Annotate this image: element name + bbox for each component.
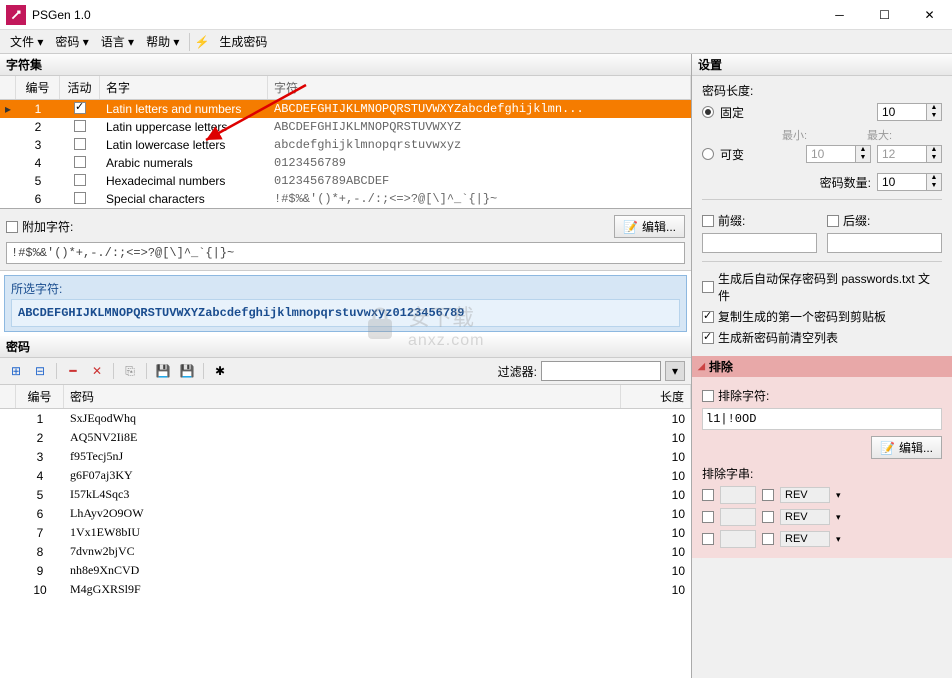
pwd-col-len[interactable]: 长度 — [621, 385, 691, 408]
charset-grid: 编号 活动 名字 字符 ▸1Latin letters and numbersA… — [0, 76, 691, 208]
charset-active-checkbox[interactable] — [74, 174, 86, 186]
exclude-chars-input[interactable] — [702, 408, 942, 430]
selected-label: 所选字符: — [11, 280, 680, 297]
clear-icon[interactable]: ✕ — [87, 361, 107, 381]
charset-row[interactable]: 2Latin uppercase lettersABCDEFGHIJKLMNOP… — [0, 118, 691, 136]
saveas-icon[interactable]: 💾 — [177, 361, 197, 381]
edit-icon: 📝 — [880, 441, 895, 455]
password-row[interactable]: 87dvnw2bjVC10 — [0, 542, 691, 561]
window-title: PSGen 1.0 — [32, 8, 817, 22]
spin-down-icon[interactable]: ▼ — [927, 112, 941, 120]
delete-icon[interactable]: ━ — [63, 361, 83, 381]
length-label: 密码长度: — [702, 82, 942, 99]
rev-select[interactable]: REV — [780, 487, 830, 503]
charset-active-checkbox[interactable] — [74, 120, 86, 132]
append-edit-button[interactable]: 📝 编辑... — [614, 215, 685, 238]
suffix-input[interactable] — [827, 233, 942, 253]
pwd-header: 密码 — [0, 336, 691, 358]
clearlist-checkbox[interactable] — [702, 332, 714, 344]
spin-up-icon[interactable]: ▲ — [927, 104, 941, 112]
pwd-toolbar: ⊞ ⊟ ━ ✕ ⎘ 💾 💾 ✱ 过滤器: ▾ — [0, 358, 691, 385]
col-active[interactable]: 活动 — [60, 76, 100, 99]
list-view-icon[interactable]: ⊟ — [30, 361, 50, 381]
charset-row[interactable]: 6Special characters!#$%&'()*+,-./:;<=>?@… — [0, 190, 691, 208]
save-icon[interactable]: 💾 — [153, 361, 173, 381]
exclude-edit-button[interactable]: 📝编辑... — [871, 436, 942, 459]
charset-row[interactable]: ▸1Latin letters and numbersABCDEFGHIJKLM… — [0, 100, 691, 118]
copy-icon[interactable]: ⎘ — [120, 361, 140, 381]
charset-header: 字符集 — [0, 54, 691, 76]
password-row[interactable]: 2AQ5NV2Ii8E10 — [0, 428, 691, 447]
password-row[interactable]: 5I57kL4Sqc310 — [0, 485, 691, 504]
minimize-button[interactable]: ─ — [817, 0, 862, 30]
password-row[interactable]: 10M4gGXRSl9F10 — [0, 580, 691, 599]
exclude-chars-checkbox[interactable] — [702, 390, 714, 402]
count-input[interactable]: 10 — [877, 173, 927, 191]
password-row[interactable]: 71Vx1EW8bIU10 — [0, 523, 691, 542]
star-icon[interactable]: ✱ — [210, 361, 230, 381]
password-row[interactable]: 6LhAyv2O9OW10 — [0, 504, 691, 523]
menu-password[interactable]: 密码 ▾ — [49, 31, 94, 52]
min-length-input[interactable]: 10 — [806, 145, 856, 163]
app-icon — [6, 5, 26, 25]
pwd-col-num[interactable]: 编号 — [16, 385, 64, 408]
charset-row[interactable]: 3Latin lowercase lettersabcdefghijklmnop… — [0, 136, 691, 154]
filter-label: 过滤器: — [498, 363, 537, 380]
prefix-input[interactable] — [702, 233, 817, 253]
selected-chars: ABCDEFGHIJKLMNOPQRSTUVWXYZabcdefghijklmn… — [11, 299, 680, 327]
maximize-button[interactable]: ☐ — [862, 0, 907, 30]
charset-row[interactable]: 4Arabic numerals0123456789 — [0, 154, 691, 172]
menu-language[interactable]: 语言 ▾ — [95, 31, 140, 52]
copyfirst-checkbox[interactable] — [702, 311, 714, 323]
charset-active-checkbox[interactable] — [74, 102, 86, 114]
charset-active-checkbox[interactable] — [74, 156, 86, 168]
max-length-input[interactable]: 12 — [877, 145, 927, 163]
exclude-str-input[interactable] — [720, 486, 756, 504]
selected-section: 所选字符: ABCDEFGHIJKLMNOPQRSTUVWXYZabcdefgh… — [4, 275, 687, 332]
password-row[interactable]: 4g6F07aj3KY10 — [0, 466, 691, 485]
fixed-length-input[interactable]: 10 — [877, 103, 927, 121]
titlebar: PSGen 1.0 ─ ☐ ✕ — [0, 0, 952, 30]
col-num[interactable]: 编号 — [16, 76, 60, 99]
exclude-str-checkbox[interactable] — [702, 489, 714, 501]
charset-active-checkbox[interactable] — [74, 138, 86, 150]
col-chars[interactable]: 字符 — [268, 76, 691, 99]
pwd-col-pwd[interactable]: 密码 — [64, 385, 621, 408]
filter-input[interactable] — [541, 361, 661, 381]
grid-view-icon[interactable]: ⊞ — [6, 361, 26, 381]
menu-generate[interactable]: 生成密码 — [213, 31, 273, 52]
radio-variable[interactable] — [702, 148, 714, 160]
append-section: 附加字符: 📝 编辑... — [0, 209, 691, 271]
edit-icon: 📝 — [623, 220, 638, 234]
col-name[interactable]: 名字 — [100, 76, 268, 99]
bolt-icon: ⚡ — [194, 35, 209, 49]
filter-clear-icon[interactable]: ▾ — [665, 361, 685, 381]
settings-header: 设置 — [692, 54, 952, 76]
password-row[interactable]: 9nh8e9XnCVD10 — [0, 561, 691, 580]
prefix-checkbox[interactable] — [702, 215, 714, 227]
exclude-strings-label: 排除字串: — [702, 465, 942, 482]
suffix-checkbox[interactable] — [827, 215, 839, 227]
password-row[interactable]: 1SxJEqodWhq10 — [0, 409, 691, 428]
close-button[interactable]: ✕ — [907, 0, 952, 30]
menu-help[interactable]: 帮助 ▾ — [140, 31, 185, 52]
exclude-header[interactable]: 排除 — [692, 356, 952, 377]
autosave-checkbox[interactable] — [702, 281, 714, 293]
append-input[interactable] — [6, 242, 685, 264]
menu-file[interactable]: 文件 ▾ — [4, 31, 49, 52]
menubar: 文件 ▾ 密码 ▾ 语言 ▾ 帮助 ▾ ⚡ 生成密码 — [0, 30, 952, 54]
charset-row[interactable]: 5Hexadecimal numbers0123456789ABCDEF — [0, 172, 691, 190]
password-row[interactable]: 3f95Tecj5nJ10 — [0, 447, 691, 466]
radio-fixed[interactable] — [702, 106, 714, 118]
append-label: 附加字符: — [22, 218, 614, 235]
append-checkbox[interactable] — [6, 221, 18, 233]
charset-active-checkbox[interactable] — [74, 192, 86, 204]
count-label: 密码数量: — [820, 174, 871, 191]
